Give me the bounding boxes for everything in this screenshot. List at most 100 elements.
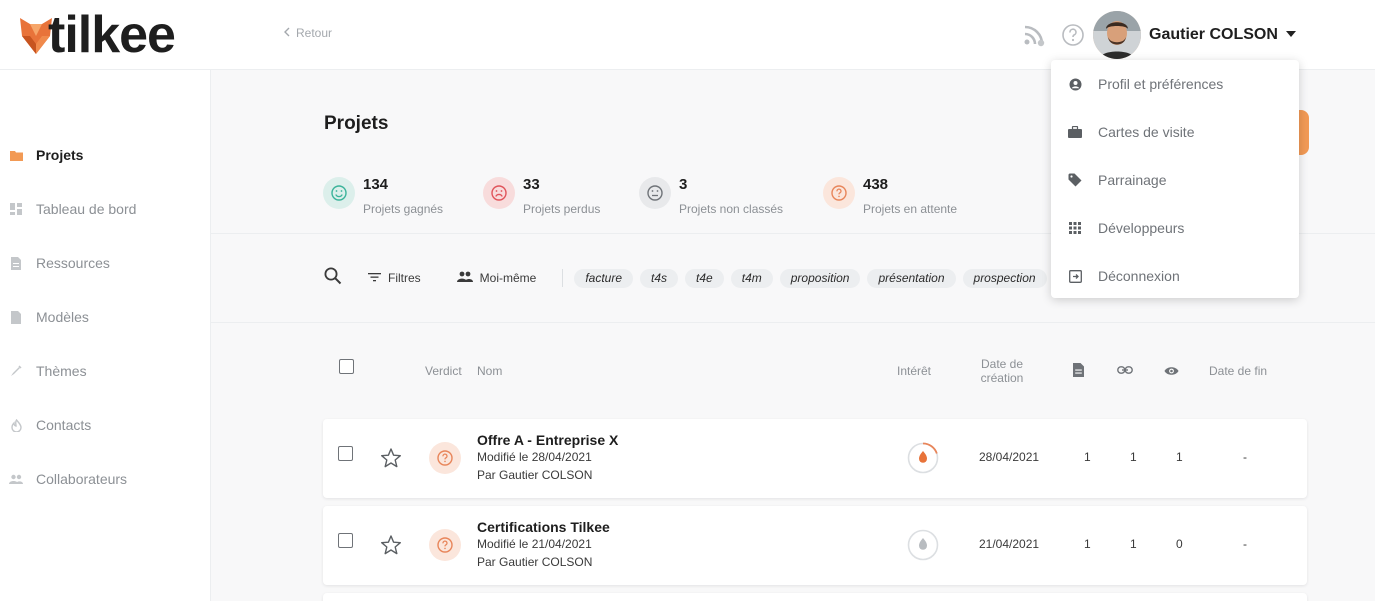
stat-label: Projets non classés (679, 202, 784, 216)
column-header-created[interactable]: Date de création (980, 357, 1024, 385)
links-count: 1 (1130, 537, 1137, 551)
user-name[interactable]: Gautier COLSON (1149, 26, 1278, 44)
menu-item-developers[interactable]: Développeurs (1051, 204, 1299, 252)
owner-filter-button[interactable]: Moi-même (456, 271, 536, 285)
question-icon (823, 177, 855, 209)
filters-label: Filtres (388, 271, 421, 285)
row-checkbox[interactable] (338, 533, 353, 548)
views-count: 1 (1176, 450, 1183, 464)
stat-value: 3 (679, 176, 688, 193)
document-icon[interactable] (1073, 363, 1084, 380)
divider (211, 322, 1375, 323)
sidebar-item-ressources[interactable]: Ressources (0, 243, 210, 283)
question-icon[interactable] (429, 442, 461, 474)
created-date: 21/04/2021 (979, 537, 1040, 551)
column-header-created-line1: Date de (980, 357, 1024, 371)
folder-icon (9, 148, 23, 162)
brush-icon (9, 364, 23, 378)
search-icon[interactable] (324, 267, 342, 290)
menu-item-logout[interactable]: Déconnexion (1051, 252, 1299, 300)
column-header-end-date[interactable]: Date de fin (1209, 364, 1267, 378)
links-count: 1 (1130, 450, 1137, 464)
page-title: Projets (324, 113, 389, 134)
tag-chip[interactable]: t4e (685, 268, 724, 288)
menu-item-business-cards[interactable]: Cartes de visite (1051, 108, 1299, 156)
tag-chip[interactable]: t4m (730, 268, 773, 288)
tilkee-logo[interactable]: tilkee (18, 9, 176, 61)
smile-icon (323, 177, 355, 209)
row-checkbox[interactable] (338, 446, 353, 461)
people-icon (9, 472, 23, 486)
menu-item-referral[interactable]: Parrainage (1051, 156, 1299, 204)
tag-icon (1068, 173, 1082, 187)
contact-icon (9, 418, 23, 432)
filter-bar: Filtres Moi-même facture t4s t4e t4m pro… (324, 265, 1054, 291)
sidebar-item-label: Modèles (36, 309, 89, 325)
column-header-interest[interactable]: Intérêt (897, 364, 931, 378)
filters-button[interactable]: Filtres (368, 271, 421, 285)
tag-chip[interactable]: proposition (779, 268, 861, 288)
sidebar-item-tableau-de-bord[interactable]: Tableau de bord (0, 189, 210, 229)
star-icon[interactable] (380, 447, 402, 469)
eye-icon[interactable] (1164, 365, 1179, 379)
docs-count: 1 (1084, 450, 1091, 464)
avatar[interactable] (1093, 11, 1141, 59)
chevron-left-icon (284, 26, 290, 40)
people-icon (456, 271, 473, 285)
link-icon[interactable] (1117, 364, 1133, 378)
docs-count: 1 (1084, 537, 1091, 551)
table-row[interactable]: Offre A - Entreprise X Modifié le 28/04/… (323, 419, 1307, 498)
sidebar-item-label: Thèmes (36, 363, 87, 379)
sidebar-item-themes[interactable]: Thèmes (0, 351, 210, 391)
sidebar-item-label: Ressources (36, 255, 110, 271)
template-icon (9, 310, 23, 324)
sidebar-item-contacts[interactable]: Contacts (0, 405, 210, 445)
project-author: Par Gautier COLSON (477, 468, 593, 482)
logout-icon (1068, 269, 1082, 283)
interest-gauge (907, 529, 939, 561)
end-date: - (1243, 450, 1247, 464)
question-icon[interactable] (429, 529, 461, 561)
menu-item-label: Cartes de visite (1098, 124, 1195, 140)
tag-chip[interactable]: présentation (867, 268, 956, 288)
sidebar-item-label: Collaborateurs (36, 471, 128, 487)
stat-value: 134 (363, 176, 389, 193)
menu-item-label: Déconnexion (1098, 268, 1180, 284)
column-header-created-line2: création (980, 371, 1024, 385)
created-date: 28/04/2021 (979, 450, 1040, 464)
neutral-icon (639, 177, 671, 209)
back-label: Retour (296, 26, 333, 40)
menu-item-label: Développeurs (1098, 220, 1185, 236)
caret-down-icon[interactable] (1286, 31, 1296, 37)
stat-label: Projets perdus (523, 202, 601, 216)
briefcase-icon (1068, 125, 1082, 139)
table-row[interactable] (323, 593, 1307, 601)
stat-label: Projets en attente (863, 202, 958, 216)
table-row[interactable]: Certifications Tilkee Modifié le 21/04/2… (323, 506, 1307, 585)
help-icon[interactable] (1060, 22, 1086, 48)
end-date: - (1243, 537, 1247, 551)
project-name[interactable]: Certifications Tilkee (477, 519, 610, 535)
interest-gauge (907, 442, 939, 474)
select-all-checkbox[interactable] (339, 359, 354, 374)
sidebar-nav: Projets Tableau de bord Ressources Modèl… (0, 70, 211, 601)
views-count: 0 (1176, 537, 1183, 551)
account-icon (1068, 77, 1082, 91)
document-icon (9, 256, 23, 270)
project-author: Par Gautier COLSON (477, 555, 593, 569)
tag-chip[interactable]: prospection (962, 268, 1047, 288)
sidebar-item-collaborateurs[interactable]: Collaborateurs (0, 459, 210, 499)
project-name[interactable]: Offre A - Entreprise X (477, 432, 618, 448)
column-header-verdict[interactable]: Verdict (425, 364, 462, 378)
sidebar-item-modeles[interactable]: Modèles (0, 297, 210, 337)
sidebar-item-projets[interactable]: Projets (0, 135, 210, 175)
tag-chip[interactable]: facture (574, 268, 634, 288)
tag-chip[interactable]: t4s (640, 268, 679, 288)
stat-value: 33 (523, 176, 540, 193)
rss-icon[interactable] (1021, 22, 1047, 48)
menu-item-label: Profil et préférences (1098, 76, 1224, 92)
menu-item-profile[interactable]: Profil et préférences (1051, 60, 1299, 108)
back-link[interactable]: Retour (284, 26, 332, 40)
star-icon[interactable] (380, 534, 402, 556)
column-header-name[interactable]: Nom (477, 364, 502, 378)
